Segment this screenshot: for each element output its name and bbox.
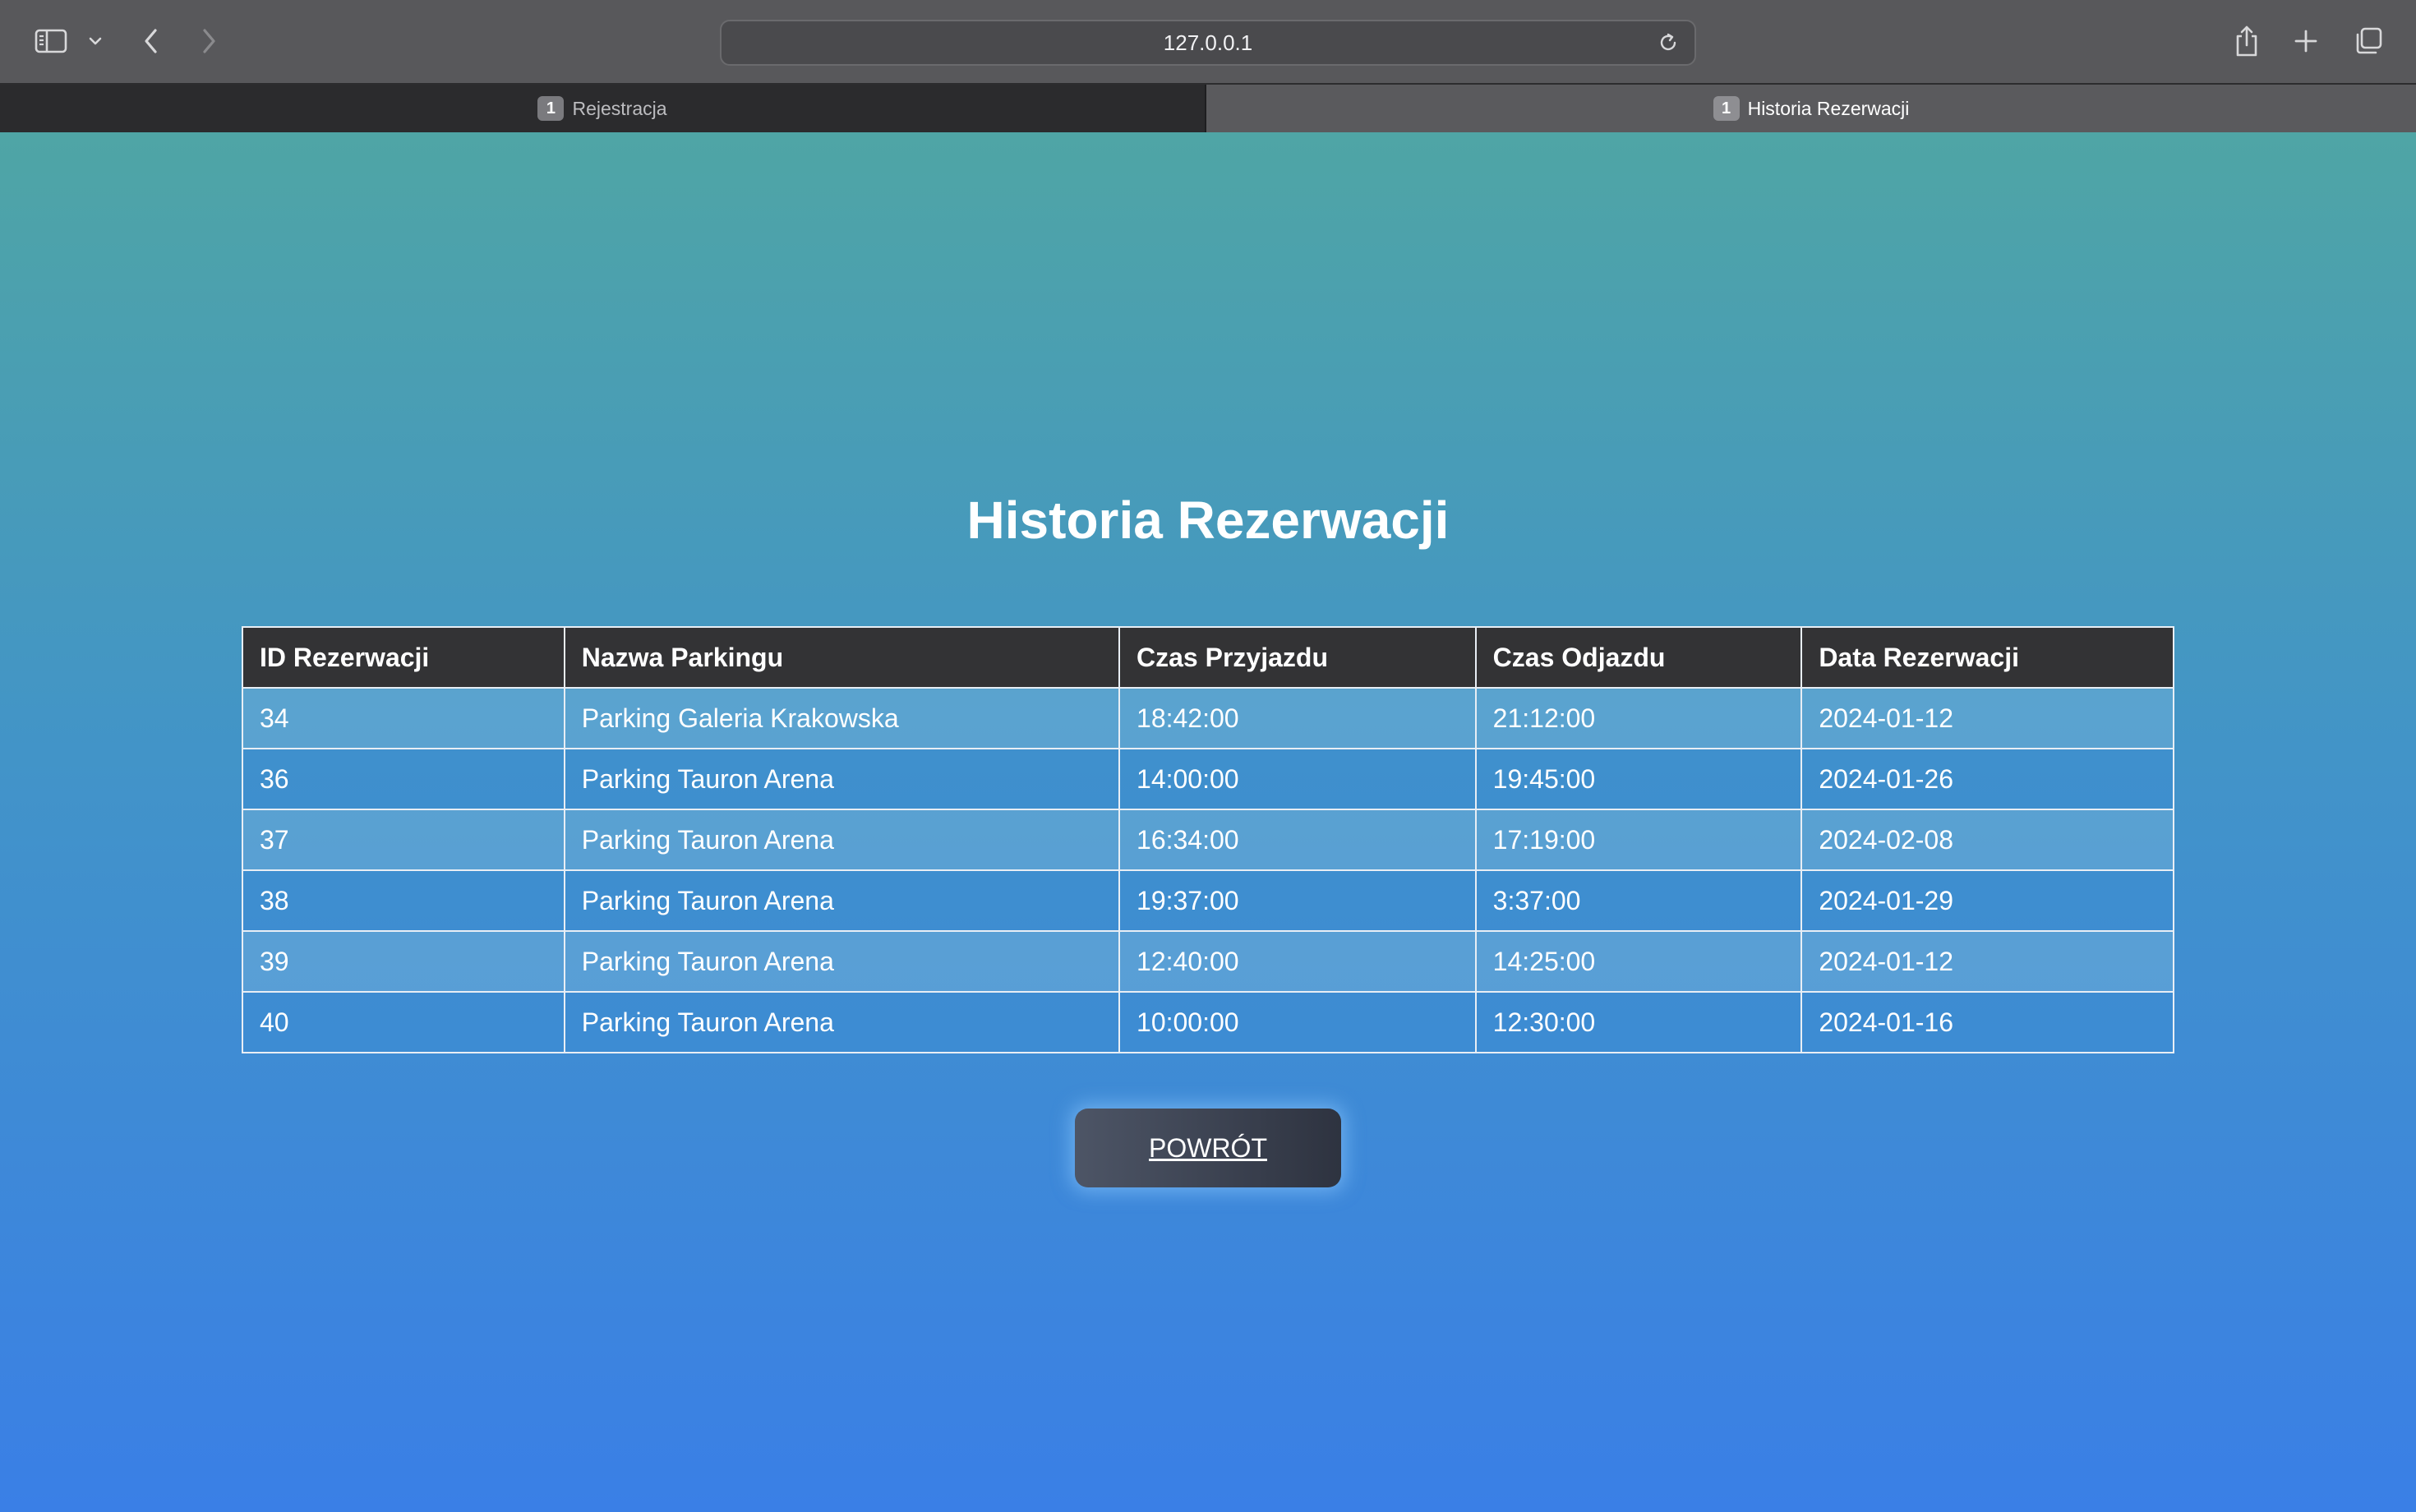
table-cell: 37 (242, 809, 565, 871)
table-cell: 2024-01-26 (1800, 748, 2174, 810)
plus-icon[interactable] (2286, 21, 2326, 61)
table-cell: 2024-01-29 (1800, 869, 2174, 932)
table-cell: 10:00:00 (1118, 991, 1477, 1053)
table-cell: 12:30:00 (1474, 991, 1803, 1053)
chevron-down-icon[interactable] (79, 21, 112, 61)
column-header: Nazwa Parkingu (563, 626, 1121, 689)
column-header: Czas Odjazdu (1474, 626, 1803, 689)
table-row: 36 Parking Tauron Arena 14:00:00 19:45:0… (242, 748, 2174, 810)
column-header: Data Rezerwacji (1800, 626, 2174, 689)
table-cell: 39 (242, 930, 565, 993)
table-cell: 14:00:00 (1118, 748, 1477, 810)
tab-badge: 1 (1713, 96, 1740, 121)
table-header-row: ID Rezerwacji Nazwa Parkingu Czas Przyja… (242, 626, 2174, 689)
page-title: Historia Rezerwacji (966, 491, 1450, 550)
table-cell: 40 (242, 991, 565, 1053)
tabs-overview-icon[interactable] (2349, 21, 2388, 61)
table-cell: 2024-01-12 (1800, 687, 2174, 749)
back-chevron-left-icon[interactable] (131, 21, 171, 61)
table-cell: 14:25:00 (1474, 930, 1803, 993)
column-header: Czas Przyjazdu (1118, 626, 1477, 689)
browser-toolbar: 127.0.0.1 (0, 0, 2416, 85)
tab-badge: 1 (537, 96, 565, 121)
table-row: 38 Parking Tauron Arena 19:37:00 3:37:00… (242, 869, 2174, 932)
browser-window: 127.0.0.1 1 Rejestracja 1 Historia Rezer… (0, 0, 2416, 1512)
table-cell: 21:12:00 (1474, 687, 1803, 749)
table-cell: 17:19:00 (1474, 809, 1803, 871)
table-row: 34 Parking Galeria Krakowska 18:42:00 21… (242, 687, 2174, 749)
table-cell: 2024-01-16 (1800, 991, 2174, 1053)
table-cell: Parking Tauron Arena (563, 930, 1121, 993)
tab-label: Historia Rezerwacji (1747, 97, 1910, 119)
table-cell: 38 (242, 869, 565, 932)
reservation-history-table: ID Rezerwacji Nazwa Parkingu Czas Przyja… (242, 626, 2174, 1053)
table-cell: Parking Tauron Arena (563, 869, 1121, 932)
page-content: Historia Rezerwacji ID Rezerwacji Nazwa … (0, 132, 2416, 1512)
table-row: 39 Parking Tauron Arena 12:40:00 14:25:0… (242, 930, 2174, 993)
table-cell: 2024-01-12 (1800, 930, 2174, 993)
address-bar[interactable]: 127.0.0.1 (720, 20, 1696, 66)
reload-icon[interactable] (1652, 26, 1685, 59)
table-cell: Parking Galeria Krakowska (563, 687, 1121, 749)
table-cell: 36 (242, 748, 565, 810)
table-cell: 3:37:00 (1474, 869, 1803, 932)
tab-historia-rezerwacji[interactable]: 1 Historia Rezerwacji (1206, 85, 2416, 132)
table-cell: 18:42:00 (1118, 687, 1477, 749)
table-row: 40 Parking Tauron Arena 10:00:00 12:30:0… (242, 991, 2174, 1053)
sidebar-icon[interactable] (30, 21, 72, 61)
column-header: ID Rezerwacji (242, 626, 565, 689)
table-cell: 12:40:00 (1118, 930, 1477, 993)
table-cell: 16:34:00 (1118, 809, 1477, 871)
table-cell: 2024-02-08 (1800, 809, 2174, 871)
table-cell: 34 (242, 687, 565, 749)
address-text: 127.0.0.1 (1163, 30, 1253, 55)
table-cell: Parking Tauron Arena (563, 991, 1121, 1053)
table-cell: Parking Tauron Arena (563, 809, 1121, 871)
share-icon[interactable] (2227, 21, 2266, 61)
table-cell: 19:37:00 (1118, 869, 1477, 932)
tab-strip: 1 Rejestracja 1 Historia Rezerwacji (0, 85, 2416, 132)
table-cell: Parking Tauron Arena (563, 748, 1121, 810)
tab-rejestracja[interactable]: 1 Rejestracja (0, 85, 1206, 132)
table-row: 37 Parking Tauron Arena 16:34:00 17:19:0… (242, 809, 2174, 871)
tab-label: Rejestracja (572, 97, 667, 119)
table-cell: 19:45:00 (1474, 748, 1803, 810)
forward-chevron-right-icon[interactable] (189, 21, 228, 61)
back-button[interactable]: POWRÓT (1075, 1109, 1341, 1187)
